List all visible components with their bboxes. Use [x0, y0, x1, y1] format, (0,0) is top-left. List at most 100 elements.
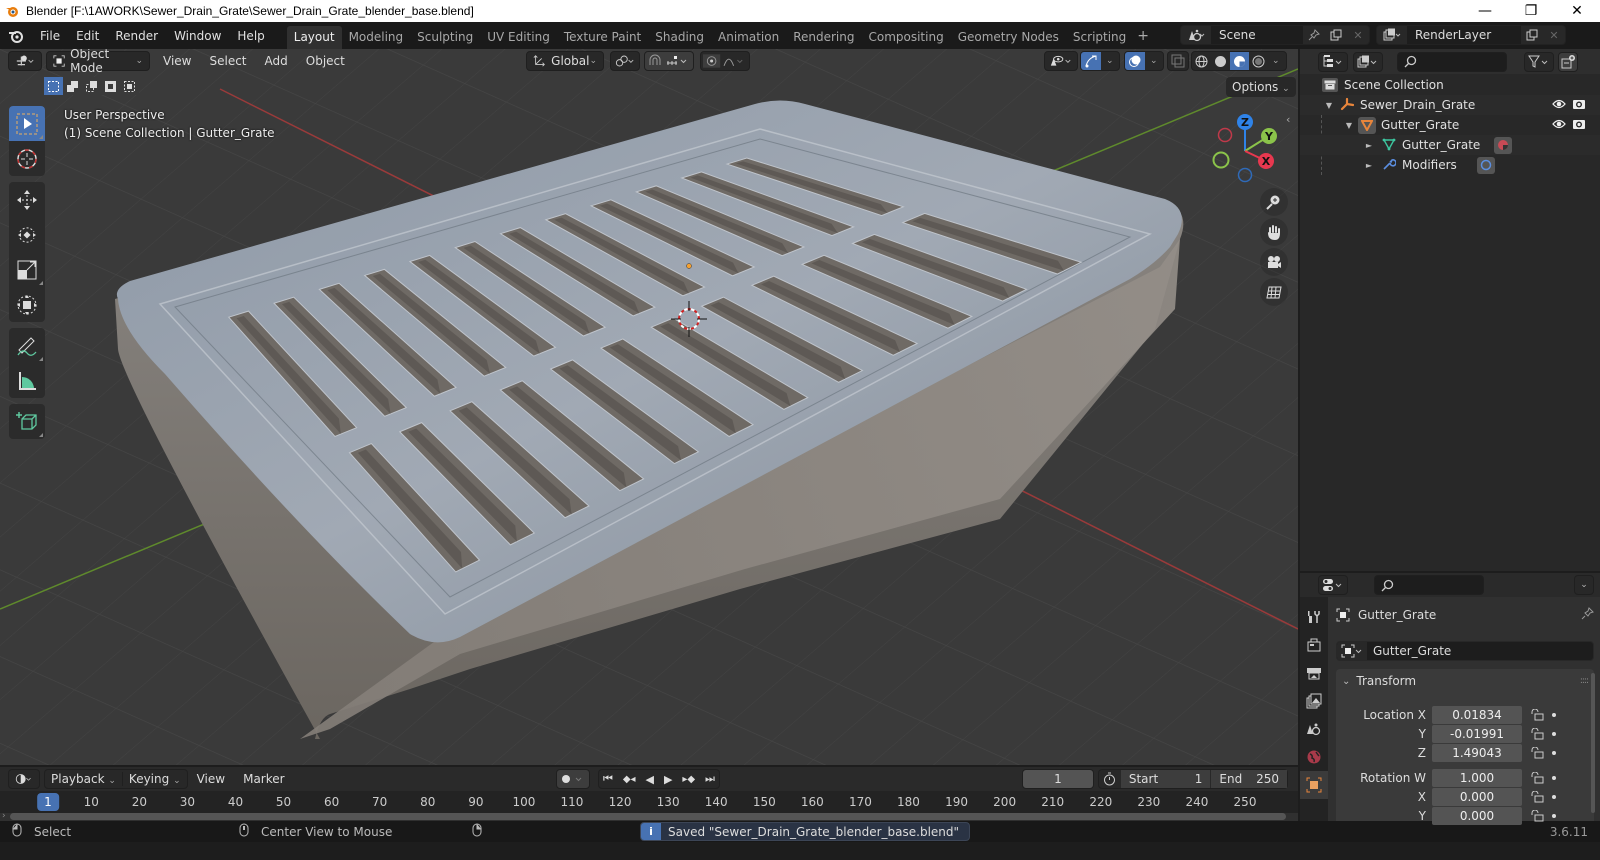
blender-menu-icon[interactable] [0, 29, 32, 43]
transform-orientation-dropdown[interactable]: Global ⌄ [526, 51, 604, 71]
lock-icon[interactable] [1530, 790, 1544, 803]
keyframe-dot-icon[interactable] [1552, 731, 1556, 736]
cursor-tool[interactable] [9, 141, 45, 176]
wireframe-shading-button[interactable] [1192, 52, 1211, 70]
expand-triangle-icon[interactable]: ▼ [1344, 121, 1354, 130]
scene-tab-icon[interactable] [1300, 715, 1328, 743]
add-workspace-button[interactable]: + [1137, 28, 1149, 44]
current-frame-field[interactable]: 1 [1022, 769, 1094, 789]
material-icon[interactable] [1494, 136, 1513, 154]
gizmo-neg-z[interactable] [1237, 167, 1253, 183]
tab-modeling[interactable]: Modeling [342, 26, 411, 49]
navigation-gizmo[interactable]: Z Y X [1205, 109, 1295, 199]
lock-icon[interactable] [1530, 771, 1544, 784]
tab-shading[interactable]: Shading [648, 26, 711, 49]
snap-toggle[interactable] [644, 51, 694, 71]
object-tab-icon[interactable] [1300, 771, 1328, 799]
jump-end-icon[interactable]: ⏭ [705, 772, 715, 786]
expand-triangle-icon[interactable]: ► [1364, 141, 1374, 150]
overlays-toggle[interactable]: ⌄ [1124, 51, 1164, 71]
menu-file[interactable]: File [32, 29, 68, 43]
restore-icon[interactable]: ❐ [1508, 0, 1554, 22]
eye-icon[interactable] [1552, 118, 1566, 133]
outliner-row-modifiers[interactable]: ► Modifiers [1300, 155, 1600, 175]
stopwatch-icon[interactable] [1099, 772, 1121, 786]
keyframe-dot-icon[interactable] [1552, 750, 1556, 755]
world-tab-icon[interactable] [1300, 743, 1328, 771]
timeline-menu-marker[interactable]: Marker [234, 772, 293, 786]
new-collection-button[interactable] [1558, 51, 1578, 72]
menu-render[interactable]: Render [107, 29, 166, 43]
field-value[interactable]: 0.000 [1432, 806, 1522, 825]
menu-view[interactable]: View [154, 54, 200, 68]
field-value[interactable]: 1.000 [1432, 768, 1522, 787]
lock-icon[interactable] [1530, 708, 1544, 721]
properties-scrollbar[interactable] [1591, 673, 1595, 813]
datablock-browse-button[interactable] [1337, 642, 1367, 660]
next-keyframe-icon[interactable]: ▸◆ [682, 774, 695, 785]
tab-texture-paint[interactable]: Texture Paint [557, 26, 648, 49]
jump-start-icon[interactable]: ⏮ [603, 772, 613, 786]
measure-tool[interactable] [9, 363, 45, 398]
view-layer-tab-icon[interactable] [1300, 687, 1328, 715]
menu-add[interactable]: Add [256, 54, 297, 68]
expand-triangle-icon[interactable]: ▼ [1324, 101, 1334, 110]
timeline-scrollbar[interactable] [10, 813, 1286, 820]
properties-options-dropdown[interactable]: ⌄ [1574, 575, 1594, 595]
annotate-tool[interactable] [9, 328, 45, 363]
visibility-dropdown[interactable] [1044, 51, 1078, 71]
properties-editor-type-button[interactable] [1318, 575, 1348, 595]
menu-help[interactable]: Help [229, 29, 272, 43]
gizmo-neg-x[interactable] [1217, 127, 1233, 143]
lock-icon[interactable] [1530, 809, 1544, 822]
field-value[interactable]: 1.49043 [1432, 743, 1522, 762]
select-subtract-icon[interactable] [82, 77, 101, 95]
minimize-icon[interactable]: — [1462, 0, 1508, 22]
camera-view-icon[interactable] [1260, 248, 1288, 276]
render-tab-icon[interactable] [1300, 631, 1328, 659]
menu-select[interactable]: Select [200, 54, 255, 68]
field-value[interactable]: 0.000 [1432, 787, 1522, 806]
3d-viewport[interactable]: Object Mode ⌄ View Select Add Object Glo… [0, 49, 1298, 765]
timeline-editor-type-button[interactable] [8, 769, 40, 789]
scene-name-field[interactable]: Scene [1211, 26, 1303, 44]
select-extend-icon[interactable] [63, 77, 82, 95]
new-scene-icon[interactable] [1325, 26, 1347, 44]
tab-uv-editing[interactable]: UV Editing [480, 26, 557, 49]
select-new-icon[interactable] [44, 77, 63, 95]
view-layer-name-field[interactable]: RenderLayer [1407, 26, 1521, 44]
timeline-menu-view[interactable]: View [188, 772, 234, 786]
camera-render-icon[interactable] [1572, 118, 1586, 133]
transform-panel-header[interactable]: ⌄ Transform :::: [1336, 669, 1594, 693]
menu-object[interactable]: Object [297, 54, 354, 68]
outliner-search-input[interactable] [1397, 51, 1507, 72]
material-preview-shading-button[interactable] [1230, 52, 1249, 70]
outliner-row-gutter-grate-mesh[interactable]: ► Gutter_Grate [1300, 135, 1600, 155]
select-intersect-icon[interactable] [120, 77, 139, 95]
zoom-icon[interactable] [1260, 188, 1288, 216]
tab-layout[interactable]: Layout [286, 26, 342, 49]
move-tool[interactable] [9, 182, 45, 217]
field-value[interactable]: -0.01991 [1432, 724, 1522, 743]
add-cube-tool[interactable] [9, 404, 45, 439]
tab-compositing[interactable]: Compositing [861, 26, 950, 49]
scene-icon[interactable] [1181, 26, 1211, 44]
ortho-grid-icon[interactable] [1260, 278, 1288, 306]
outliner-editor-type-button[interactable] [1318, 51, 1348, 72]
gizmo-toggle[interactable]: ⌄ [1080, 51, 1120, 71]
solid-shading-button[interactable] [1211, 52, 1230, 70]
outliner-row-scene-collection[interactable]: Scene Collection [1300, 75, 1600, 95]
play-reverse-icon[interactable]: ◀ [646, 773, 654, 786]
display-mode-dropdown[interactable] [1353, 51, 1383, 72]
shading-options-dropdown[interactable]: ⌄ [1272, 56, 1280, 66]
tab-rendering[interactable]: Rendering [786, 26, 861, 49]
pin-icon[interactable] [1581, 607, 1594, 623]
transform-tool[interactable] [9, 287, 45, 322]
menu-edit[interactable]: Edit [68, 29, 107, 43]
gizmo-neg-y[interactable] [1212, 151, 1230, 169]
mode-dropdown[interactable]: Object Mode ⌄ [46, 49, 150, 75]
delete-scene-icon[interactable]: ✕ [1347, 26, 1369, 44]
tab-sculpting[interactable]: Sculpting [410, 26, 480, 49]
tab-geometry-nodes[interactable]: Geometry Nodes [951, 26, 1066, 49]
pan-hand-icon[interactable] [1260, 218, 1288, 246]
